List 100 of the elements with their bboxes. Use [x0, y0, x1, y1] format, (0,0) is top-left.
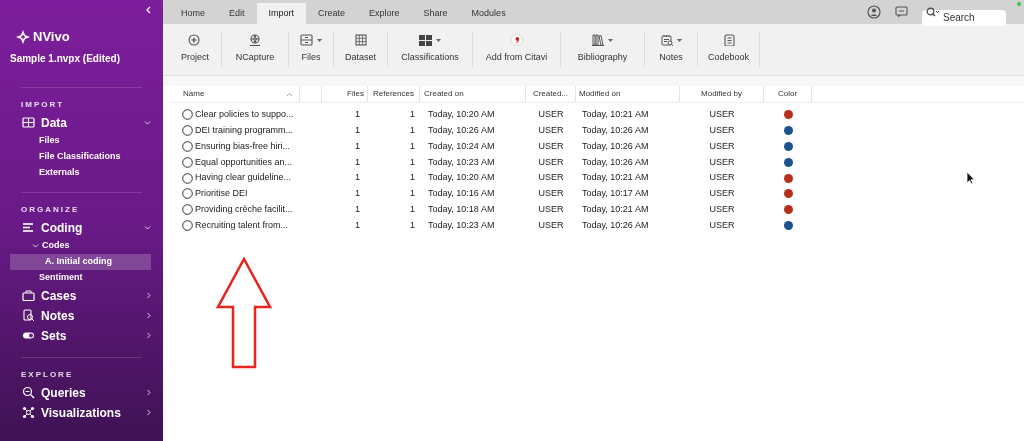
table-cell-text: Today, 10:21 AM: [581, 171, 650, 185]
toolbar-button[interactable]: Codebook: [698, 32, 760, 67]
toolbar-button[interactable]: Classifications: [388, 32, 473, 67]
table-cell-text: Providing crèche facilit...: [195, 202, 293, 216]
account-icon[interactable]: [867, 5, 881, 19]
table-cell-text: 1: [409, 155, 416, 169]
column-header[interactable]: Color: [764, 88, 811, 100]
table-cell-text: 1: [409, 108, 416, 122]
table-cell-text: 1: [409, 202, 416, 216]
column-header[interactable]: Modified by: [680, 88, 763, 100]
toolbar-button[interactable]: Dataset: [334, 32, 388, 67]
sidebar-subitem[interactable]: Files: [39, 132, 163, 149]
table-cell-text: USER: [708, 171, 736, 185]
table-cell-text: 1: [354, 155, 361, 169]
table-cell-text: USER: [708, 218, 736, 232]
table-cell-text: 1: [409, 218, 416, 232]
sidebar-subitem[interactable]: A. Initial coding: [10, 253, 151, 270]
table-cell-text: 1: [409, 171, 416, 185]
table-cell-text: Today, 10:26 AM: [427, 123, 496, 137]
table-cell-text: USER: [708, 108, 736, 122]
app-name: NVivo: [33, 28, 70, 46]
table-cell-text: USER: [537, 139, 565, 153]
collapse-icon[interactable]: [144, 5, 152, 15]
sidebar-item[interactable]: Cases: [22, 285, 151, 306]
table-cell-text: USER: [708, 139, 736, 153]
add-icon: [188, 34, 202, 47]
circle-icon: [182, 125, 193, 137]
table-cell-text: Today, 10:26 AM: [581, 123, 650, 137]
network-icon: [22, 406, 35, 419]
table-cell-text: 1: [354, 187, 361, 201]
table-cell: Prioritise DEI: [195, 187, 248, 201]
sidebar-item[interactable]: Sets: [22, 325, 151, 346]
toolbar-button[interactable]: Files: [289, 32, 334, 67]
table-cell-text: Today, 10:21 AM: [581, 202, 650, 216]
table-cell-text: 1: [354, 139, 361, 153]
sidebar-item[interactable]: Queries: [22, 382, 151, 403]
circle-icon: [182, 188, 193, 200]
table-cell-text: Today, 10:23 AM: [427, 155, 496, 169]
section-heading: EXPLORE: [21, 368, 75, 381]
column-header[interactable]: Created...: [526, 88, 575, 100]
quote-icon: [510, 34, 523, 47]
sidebar-subitem[interactable]: Sentiment: [39, 269, 163, 286]
column-header[interactable]: Name: [183, 88, 205, 100]
table-cell-text: USER: [537, 123, 565, 137]
sidebar-subitem[interactable]: File Classifications: [39, 148, 163, 165]
table-cell-text: 1: [354, 218, 361, 232]
table-cell-text: Today, 10:24 AM: [427, 139, 496, 153]
project-name: Sample 1.nvpx (Edited): [10, 51, 122, 66]
toolbar-button[interactable]: Bibliography: [561, 32, 645, 67]
sidebar-item[interactable]: Coding: [22, 217, 151, 238]
tab[interactable]: Explore: [357, 3, 412, 24]
table-cell-text: 1: [354, 123, 361, 137]
sidebar-item[interactable]: Data: [22, 112, 151, 133]
sidebar-subitem[interactable]: Externals: [39, 164, 163, 181]
books-icon: [592, 34, 604, 47]
circle-icon: [182, 219, 193, 231]
table-cell-text: 1: [354, 108, 361, 122]
table-cell-text: USER: [708, 123, 736, 137]
table-cell-text: Recruiting talent from...: [195, 218, 289, 232]
globe-icon: [249, 34, 261, 47]
column-header[interactable]: Modified on: [579, 88, 621, 100]
grid-icon: [354, 34, 367, 47]
toolbar-button[interactable]: Notes: [645, 32, 698, 67]
circle-icon: [182, 109, 193, 121]
tab[interactable]: Modules: [459, 3, 518, 24]
circle-icon: [182, 156, 193, 168]
table-cell-text: USER: [537, 108, 565, 122]
table-cell-text: USER: [537, 155, 565, 169]
tab[interactable]: Share: [411, 3, 460, 24]
sidebar-subitem[interactable]: Codes: [42, 237, 70, 254]
toolbar-button[interactable]: NCapture: [222, 32, 289, 67]
column-header[interactable]: Files: [322, 88, 364, 100]
toolbar-button[interactable]: Project: [169, 32, 222, 67]
column-header[interactable]: References: [368, 88, 419, 100]
table-icon: [22, 116, 35, 129]
comment-icon[interactable]: [895, 6, 908, 18]
toolbar-button[interactable]: Add from Citavi: [473, 32, 561, 67]
table-cell-text: USER: [708, 202, 736, 216]
tab[interactable]: Home: [169, 3, 217, 24]
tab[interactable]: Edit: [217, 3, 257, 24]
table-cell-text: 1: [409, 139, 416, 153]
table-cell-text: DEI training programm...: [195, 123, 294, 137]
tab[interactable]: Create: [306, 3, 358, 24]
table-cell: Clear policies to suppo...: [195, 108, 294, 122]
table-cell-text: Today, 10:17 AM: [581, 187, 650, 201]
table-cell: Having clear guideline...: [195, 171, 292, 185]
search-field[interactable]: Search: [922, 9, 1006, 26]
table-cell-text: 1: [354, 171, 361, 185]
notepad-icon: [660, 34, 673, 47]
sort-icon: [286, 91, 293, 97]
sidebar-item[interactable]: Visualizations: [22, 402, 151, 423]
table-cell-text: Ensuring bias-free hiri...: [195, 139, 291, 153]
table-cell-text: USER: [708, 187, 736, 201]
table-cell-text: Equal opportunities an...: [195, 155, 293, 169]
table-cell-text: Today, 10:16 AM: [427, 187, 496, 201]
cursor-icon: [966, 171, 975, 185]
column-header[interactable]: Created on: [424, 88, 464, 100]
sidebar-item[interactable]: Notes: [22, 305, 151, 326]
search-icon: [22, 386, 35, 399]
tab[interactable]: Import: [256, 3, 307, 24]
